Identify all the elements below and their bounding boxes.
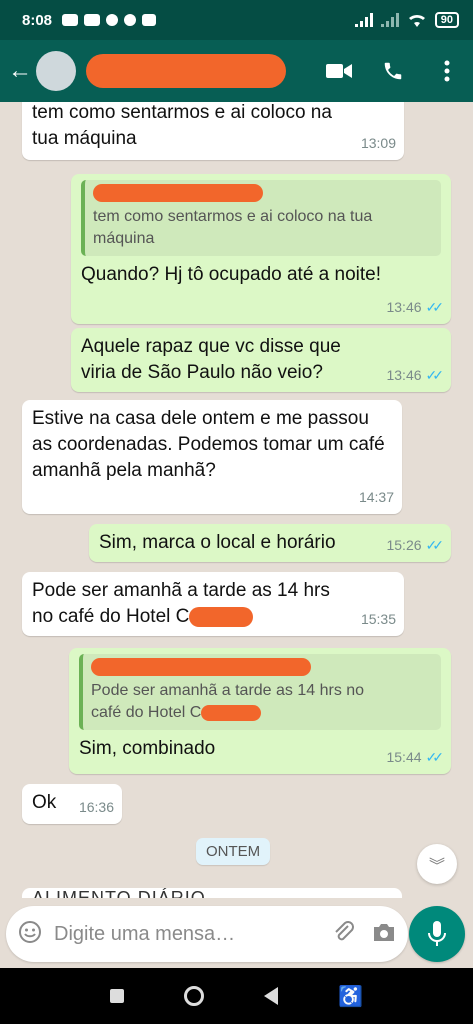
read-ticks-icon: ✓✓ bbox=[425, 299, 445, 315]
date-divider: ONTEM bbox=[196, 838, 271, 865]
message-text: Sim, combinado bbox=[79, 738, 216, 759]
emoji-icon[interactable] bbox=[18, 920, 42, 949]
chrome-icon bbox=[124, 14, 137, 26]
message-time: 15:44 bbox=[386, 749, 422, 765]
read-ticks-icon: ✓✓ bbox=[425, 537, 445, 553]
message-text: Estive na casa dele ontem e me passou as… bbox=[32, 408, 385, 481]
message-bubble-incoming[interactable]: Estive na casa dele ontem e me passou as… bbox=[22, 400, 402, 514]
message-bubble-outgoing[interactable]: Pode ser amanhã a tarde as 14 hrs no caf… bbox=[69, 648, 451, 774]
arrow-back-icon[interactable]: ← bbox=[8, 57, 34, 85]
fan-icon bbox=[106, 14, 119, 26]
message-text: no café do Hotel C bbox=[32, 604, 394, 630]
quoted-sender bbox=[91, 658, 311, 676]
quoted-text: tem como sentarmos e ai coloco na tua má… bbox=[93, 208, 373, 247]
phone-icon[interactable] bbox=[379, 57, 407, 85]
camera-icon[interactable] bbox=[372, 921, 396, 948]
message-time: 14:37 bbox=[358, 489, 394, 505]
message-time: 13:46 bbox=[386, 367, 422, 383]
redaction-mark bbox=[189, 606, 254, 627]
mic-icon[interactable] bbox=[409, 906, 465, 962]
message-input[interactable] bbox=[54, 922, 332, 946]
message-bubble-incoming[interactable]: Ok 16:36 bbox=[22, 784, 122, 824]
redaction-mark bbox=[201, 704, 262, 721]
youtube-icon bbox=[84, 14, 101, 26]
quoted-text: café do Hotel C bbox=[91, 702, 433, 724]
quoted-sender bbox=[93, 184, 263, 202]
message-text: tem como sentarmos e ai coloco na tua má… bbox=[32, 102, 332, 149]
message-time: 15:26 bbox=[386, 537, 422, 553]
accessibility-icon[interactable]: ♿ bbox=[338, 984, 363, 1009]
quoted-message[interactable]: Pode ser amanhã a tarde as 14 hrs no caf… bbox=[79, 654, 441, 730]
signal-icon bbox=[354, 13, 373, 27]
wifi-icon bbox=[408, 14, 425, 27]
more-vert-icon[interactable] bbox=[433, 57, 461, 85]
message-time: 15:35 bbox=[360, 611, 396, 627]
video-call-icon[interactable] bbox=[325, 57, 353, 85]
message-text: Pode ser amanhã a tarde as 14 hrs bbox=[32, 580, 330, 601]
notification-icons bbox=[62, 14, 157, 26]
signal-icon bbox=[380, 13, 399, 27]
youtube-icon bbox=[62, 14, 79, 26]
scroll-down-icon[interactable]: ︾ bbox=[417, 844, 457, 884]
contact-name[interactable] bbox=[86, 54, 286, 88]
message-text: Ok bbox=[32, 792, 57, 813]
quoted-text: Pode ser amanhã a tarde as 14 hrs no bbox=[91, 682, 365, 699]
message-bubble-incoming[interactable]: Pode ser amanhã a tarde as 14 hrs no caf… bbox=[22, 572, 404, 636]
recents-icon[interactable] bbox=[110, 989, 124, 1003]
message-text: Sim, marca o local e horário bbox=[99, 532, 336, 553]
message-bubble-incoming[interactable]: tem como sentarmos e ai coloco na tua má… bbox=[22, 102, 404, 160]
back-triangle-icon[interactable] bbox=[264, 987, 279, 1005]
home-icon[interactable] bbox=[184, 986, 205, 1006]
nubank-icon bbox=[142, 14, 157, 26]
chat-header: ← bbox=[0, 40, 473, 102]
message-time: 13:46 bbox=[386, 299, 422, 315]
message-text: Aquele rapaz que vc disse que viria de S… bbox=[81, 336, 341, 383]
quoted-message[interactable]: tem como sentarmos e ai coloco na tua má… bbox=[81, 180, 441, 256]
message-bubble-outgoing[interactable]: Aquele rapaz que vc disse que viria de S… bbox=[71, 328, 451, 392]
attach-icon[interactable] bbox=[332, 920, 354, 949]
battery-icon: 90 bbox=[434, 12, 459, 28]
read-ticks-icon: ✓✓ bbox=[425, 367, 445, 383]
status-time: 8:08 bbox=[22, 11, 53, 29]
message-bubble-outgoing[interactable]: Sim, marca o local e horário 15:26 ✓✓ bbox=[89, 524, 451, 562]
status-bar: 8:08 90 bbox=[0, 0, 473, 40]
message-bubble-outgoing[interactable]: tem como sentarmos e ai coloco na tua má… bbox=[71, 174, 451, 324]
message-time: 13:09 bbox=[360, 135, 396, 151]
message-time: 16:36 bbox=[78, 799, 114, 815]
message-input-bar bbox=[6, 906, 408, 962]
read-ticks-icon: ✓✓ bbox=[425, 749, 445, 765]
message-text: Quando? Hj tô ocupado até a noite! bbox=[81, 264, 382, 285]
chat-area[interactable]: tem como sentarmos e ai coloco na tua má… bbox=[0, 102, 473, 898]
system-nav-bar: ♿ bbox=[0, 968, 473, 1024]
avatar[interactable] bbox=[36, 51, 76, 91]
partial-message[interactable]: ALIMENTO DIÁRIO bbox=[22, 888, 402, 898]
